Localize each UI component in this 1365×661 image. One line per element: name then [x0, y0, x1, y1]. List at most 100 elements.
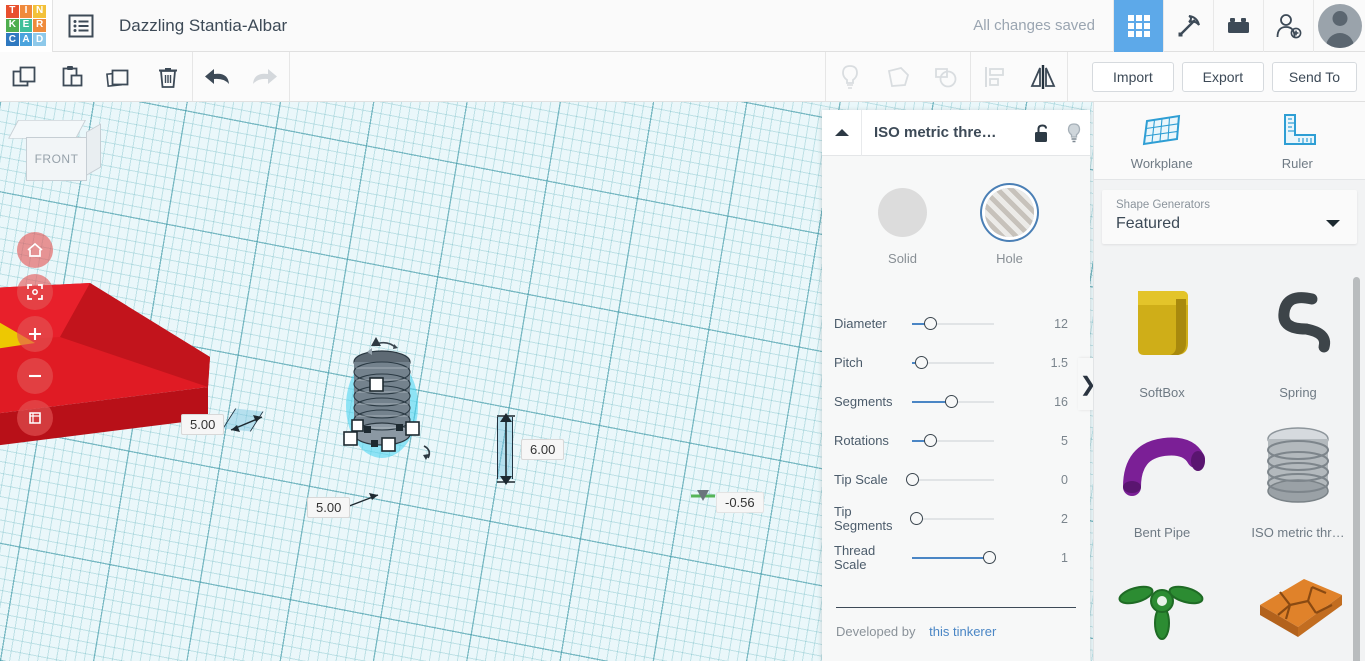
- slider-track-diameter[interactable]: [912, 317, 994, 330]
- blocks-button[interactable]: [1213, 0, 1263, 52]
- export-button[interactable]: Export: [1181, 61, 1264, 92]
- slider-track-tip-scale[interactable]: [905, 473, 994, 486]
- shape-voronoi[interactable]: Voronoi: [1230, 550, 1365, 661]
- shape-bent-pipe[interactable]: Bent Pipe: [1094, 410, 1230, 550]
- logo-tile-t-0: T: [6, 4, 19, 18]
- save-status: All changes saved: [973, 17, 1095, 34]
- hole-label: Hole: [996, 251, 1023, 266]
- view-cube[interactable]: FRONT: [8, 120, 104, 194]
- import-button[interactable]: Import: [1091, 61, 1174, 92]
- parameter-sliders: Diameter 12 Pitch 1.5 Segments 16 Rotations 5 Ti…: [822, 266, 1090, 577]
- home-view-button[interactable]: [17, 232, 53, 268]
- copy-button[interactable]: [0, 52, 48, 101]
- slider-thumb-segments[interactable]: [944, 395, 958, 408]
- slider-thumb-diameter[interactable]: [924, 317, 938, 330]
- delete-button[interactable]: [144, 52, 192, 101]
- slider-label-diameter: Diameter: [834, 315, 887, 331]
- logo-tile-n-2: N: [33, 4, 46, 18]
- align-button[interactable]: [971, 52, 1019, 101]
- view-cube-front-face[interactable]: FRONT: [26, 137, 87, 181]
- slider-thumb-thread-scale[interactable]: [983, 551, 997, 564]
- sidebar-scrollbar[interactable]: [1353, 277, 1360, 661]
- slider-value-tip-scale[interactable]: 0: [1038, 473, 1090, 487]
- shape-bent-pipe-thumbnail: [1094, 410, 1230, 519]
- undo-button[interactable]: [193, 52, 241, 101]
- box-view-icon: [29, 412, 41, 424]
- document-title[interactable]: Dazzling Stantia-Albar: [119, 16, 287, 36]
- slider-value-tip-segments[interactable]: 2: [1038, 512, 1090, 526]
- slider-row-thread-scale: Thread Scale 1: [834, 538, 1090, 577]
- lock-toggle-button[interactable]: [1026, 110, 1058, 156]
- slider-track-segments[interactable]: [912, 395, 994, 408]
- dimension-y-label[interactable]: 5.00: [307, 497, 351, 518]
- visibility-toggle-button[interactable]: [1058, 110, 1090, 156]
- ungroup-button[interactable]: [922, 52, 970, 101]
- undo-arrow-icon: [205, 68, 229, 84]
- slider-thumb-rotations[interactable]: [924, 434, 938, 447]
- dimension-height-label[interactable]: 6.00: [521, 439, 565, 460]
- slider-thumb-tip-scale[interactable]: [905, 473, 919, 486]
- fit-view-button[interactable]: [17, 274, 53, 310]
- developer-link[interactable]: this tinkerer: [929, 624, 996, 639]
- ungroup-shapes-icon: [934, 67, 957, 87]
- invite-button[interactable]: [1263, 0, 1313, 52]
- logo-tile-e-4: E: [19, 18, 33, 33]
- grid-apps-icon: [1127, 14, 1150, 37]
- selected-thread-object[interactable]: [336, 334, 456, 474]
- shape-spring[interactable]: Spring: [1230, 270, 1365, 410]
- tinkercad-app: TINKERCAD Dazzling Stantia-Albar All cha…: [0, 0, 1365, 661]
- slider-track-thread-scale[interactable]: [912, 551, 997, 564]
- slider-value-thread-scale[interactable]: 1: [1038, 551, 1090, 565]
- duplicate-icon: [106, 69, 129, 87]
- dimension-z-offset-label[interactable]: -0.56: [716, 492, 764, 513]
- slider-track-tip-segments[interactable]: [909, 512, 994, 525]
- solid-mode-option[interactable]: Solid: [878, 188, 927, 266]
- slider-fill-thread-scale: [912, 556, 990, 559]
- ortho-view-button[interactable]: [17, 400, 53, 436]
- slider-label-segments: Segments: [834, 393, 893, 409]
- codeblocks-button[interactable]: [1163, 0, 1213, 52]
- group-button[interactable]: [874, 52, 922, 101]
- collapse-panel-button[interactable]: [822, 109, 862, 156]
- project-menu-button[interactable]: [53, 0, 109, 52]
- shape-fidget-spinner[interactable]: Fidget Spinner: [1094, 550, 1230, 661]
- paste-button[interactable]: [48, 52, 96, 101]
- properties-header: ISO metric thre…: [822, 109, 1090, 156]
- duplicate-button[interactable]: [96, 52, 144, 101]
- unlock-icon: [1035, 123, 1047, 142]
- view-cube-side-face[interactable]: [86, 123, 101, 176]
- slider-row-tip-scale: Tip Scale 0: [834, 460, 1090, 499]
- user-avatar-button[interactable]: [1313, 0, 1365, 52]
- tinkercad-logo[interactable]: TINKERCAD: [0, 0, 52, 52]
- slider-track-pitch[interactable]: [912, 356, 994, 369]
- dimension-x-label[interactable]: 5.00: [181, 414, 225, 435]
- footer-divider: [836, 607, 1076, 608]
- edit-toolbar: Import Export Send To: [0, 52, 1365, 102]
- hole-mode-option[interactable]: Hole: [985, 188, 1034, 266]
- grid-apps-button[interactable]: [1113, 0, 1163, 52]
- shape-list[interactable]: SoftBox Spring Bent Pipe ISO metric thr… Fid…: [1094, 102, 1365, 661]
- hole-swatch: [985, 188, 1034, 237]
- slider-thumb-tip-segments[interactable]: [909, 512, 923, 525]
- redo-button[interactable]: [241, 52, 289, 101]
- slider-thumb-pitch[interactable]: [915, 356, 929, 369]
- view-cube-top-face[interactable]: [8, 120, 86, 139]
- slider-track-rotations[interactable]: [912, 434, 994, 447]
- shape-fidget-spinner-thumbnail: [1094, 550, 1230, 659]
- shapes-sidebar: Workplane Ruler Shape Generators Feature…: [1093, 102, 1365, 661]
- logo-tile-a-7: A: [19, 33, 33, 47]
- hide-button[interactable]: [826, 52, 874, 101]
- shape-softbox[interactable]: SoftBox: [1094, 270, 1230, 410]
- slider-value-rotations[interactable]: 5: [1038, 434, 1090, 448]
- send-to-button[interactable]: Send To: [1271, 61, 1357, 92]
- zoom-out-button[interactable]: [17, 358, 53, 394]
- solid-hole-selector: Solid Hole: [822, 156, 1090, 266]
- slider-value-diameter[interactable]: 12: [1038, 317, 1090, 331]
- zoom-in-button[interactable]: [17, 316, 53, 352]
- logo-tile-i-1: I: [19, 4, 33, 18]
- pickaxe-icon: [1178, 14, 1200, 36]
- slider-row-pitch: Pitch 1.5: [834, 343, 1090, 382]
- mirror-button[interactable]: [1019, 52, 1067, 101]
- shape-iso-metric-thread[interactable]: ISO metric thr…: [1230, 410, 1365, 550]
- solid-swatch: [878, 188, 927, 237]
